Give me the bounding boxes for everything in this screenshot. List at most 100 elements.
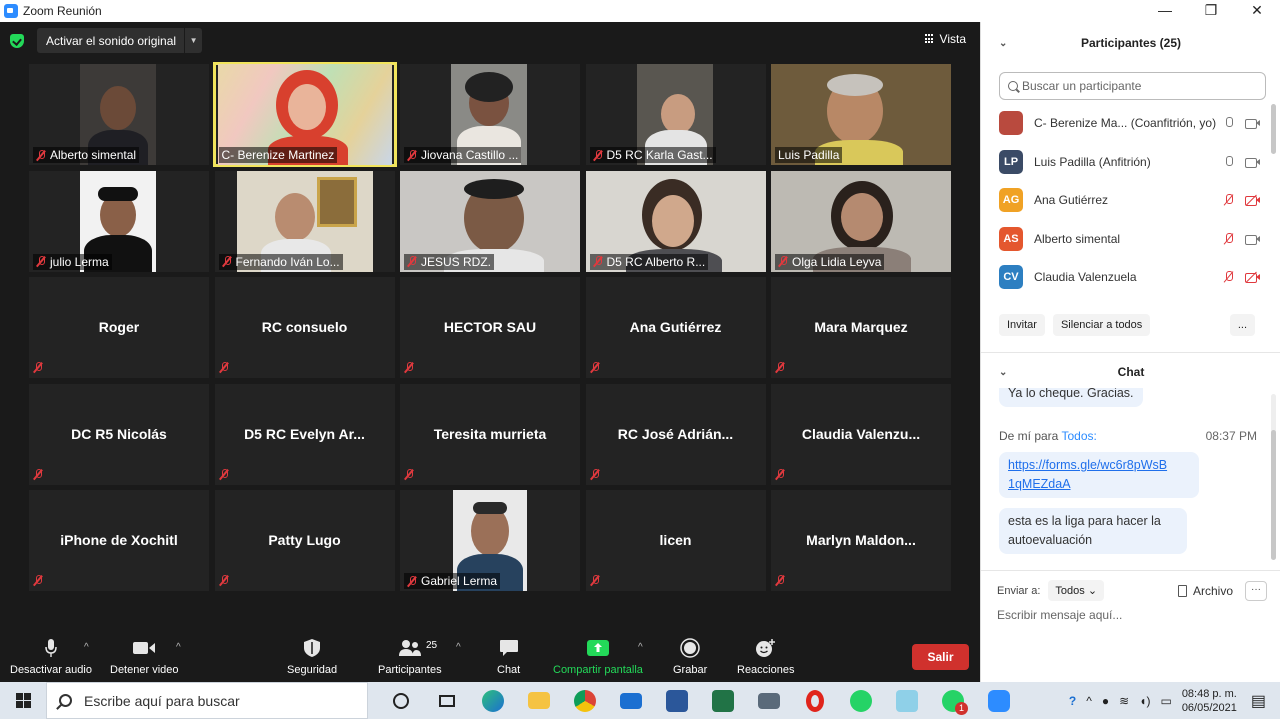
- chat-recipient[interactable]: Todos:: [1061, 429, 1096, 443]
- name-tile[interactable]: RC consuelo: [214, 277, 395, 378]
- microphone-muted-icon[interactable]: [1225, 194, 1233, 206]
- name-tile[interactable]: RC José Adrián...: [585, 383, 766, 485]
- name-tile[interactable]: Marlyn Maldon...: [771, 490, 951, 591]
- video-tile[interactable]: D5 RC Alberto R...: [585, 170, 766, 272]
- file-button[interactable]: Archivo: [1177, 584, 1233, 598]
- whatsapp-business-app[interactable]: 1: [930, 682, 976, 719]
- video-tile[interactable]: Jiovana Castillo ...: [400, 64, 580, 165]
- opera-app[interactable]: [792, 682, 838, 719]
- video-camera-icon[interactable]: [1245, 118, 1261, 130]
- security-shield-icon[interactable]: [10, 34, 24, 48]
- chat-message: esta es la liga para hacer la autoevalua…: [999, 508, 1187, 554]
- collapse-chevron-icon[interactable]: ⌄: [999, 38, 1007, 49]
- video-tile[interactable]: Fernando Iván Lo...: [214, 170, 395, 272]
- chat-message-input[interactable]: Escribir mensaje aquí...: [997, 608, 1122, 622]
- microphone-icon[interactable]: ●: [1102, 694, 1109, 708]
- participant-row[interactable]: CV Claudia Valenzuela: [999, 258, 1269, 297]
- participant-list-scrollbar[interactable]: [1271, 104, 1276, 154]
- close-button[interactable]: ✕: [1234, 0, 1280, 22]
- video-tile-active-speaker[interactable]: C- Berenize Martinez: [212, 62, 397, 167]
- stop-video-button[interactable]: Detener video: [110, 636, 179, 676]
- chrome-app[interactable]: [562, 682, 608, 719]
- video-off-icon[interactable]: [1245, 194, 1261, 207]
- name-tile[interactable]: Mara Marquez: [771, 277, 951, 378]
- video-tile[interactable]: Olga Lidia Leyva: [771, 170, 951, 272]
- battery-icon[interactable]: ▭: [1160, 694, 1171, 708]
- wifi-icon[interactable]: ≋: [1119, 694, 1129, 708]
- word-app[interactable]: [654, 682, 700, 719]
- name-tile[interactable]: HECTOR SAU: [400, 277, 580, 378]
- video-camera-icon[interactable]: [1245, 157, 1261, 168]
- whatsapp-app[interactable]: [838, 682, 884, 719]
- chat-link[interactable]: 1qMEZdaA: [1008, 477, 1071, 491]
- video-camera-icon[interactable]: [1245, 234, 1261, 245]
- reactions-button[interactable]: Reacciones: [737, 636, 794, 676]
- video-tile[interactable]: julio Lerma: [29, 170, 209, 272]
- video-tile[interactable]: Alberto simental: [29, 64, 209, 165]
- name-tile[interactable]: DC R5 Nicolás: [29, 383, 209, 485]
- task-view-button[interactable]: [424, 682, 470, 719]
- volume-icon[interactable]: ◖): [1139, 694, 1150, 708]
- file-explorer-app[interactable]: [516, 682, 562, 719]
- clock[interactable]: 08:48 p. m. 06/05/2021: [1182, 687, 1237, 715]
- mute-all-button[interactable]: Silenciar a todos: [1052, 314, 1151, 336]
- participant-row[interactable]: AS Alberto simental: [999, 220, 1269, 259]
- name-tile[interactable]: Patty Lugo: [214, 490, 395, 591]
- help-icon[interactable]: ?: [1069, 694, 1076, 708]
- video-tile[interactable]: JESUS RDZ.: [400, 170, 580, 272]
- cortana-button[interactable]: [378, 682, 424, 719]
- microphone-muted-icon[interactable]: [1225, 232, 1233, 245]
- record-button[interactable]: Grabar: [673, 636, 707, 676]
- mail-app[interactable]: [608, 682, 654, 719]
- share-options-chevron-icon[interactable]: ^: [638, 642, 643, 653]
- notifications-icon[interactable]: ▤: [1251, 691, 1266, 711]
- more-options-button[interactable]: ...: [1229, 314, 1255, 336]
- name-tile[interactable]: Teresita murrieta: [400, 383, 580, 485]
- name-tile[interactable]: licen: [585, 490, 766, 591]
- minimize-button[interactable]: —: [1142, 0, 1188, 22]
- participant-row[interactable]: C- Berenize Ma... (Coanfitrión, yo): [999, 104, 1269, 143]
- start-button[interactable]: [0, 682, 46, 719]
- maximize-button[interactable]: ❐: [1188, 0, 1234, 22]
- taskbar-search-input[interactable]: Escribe aquí para buscar: [46, 682, 368, 719]
- security-button[interactable]: Seguridad: [287, 636, 337, 676]
- video-tile[interactable]: Gabriel Lerma: [400, 490, 580, 591]
- participant-row[interactable]: LP Luis Padilla (Anfitrión): [999, 143, 1269, 182]
- mute-audio-button[interactable]: Desactivar audio: [10, 636, 92, 676]
- chat-link[interactable]: https://forms.gle/wc6r8pWsB: [1008, 458, 1167, 472]
- video-tile[interactable]: D5 RC Karla Gast...: [585, 64, 766, 165]
- audio-options-chevron-icon[interactable]: ^: [84, 642, 89, 653]
- microphone-icon[interactable]: [1225, 117, 1233, 129]
- invite-button[interactable]: Invitar: [999, 314, 1045, 336]
- chat-button[interactable]: Chat: [497, 636, 520, 676]
- edge-app[interactable]: [470, 682, 516, 719]
- video-tile[interactable]: Luis Padilla: [771, 64, 951, 165]
- camera-app[interactable]: [746, 682, 792, 719]
- leave-meeting-button[interactable]: Salir: [912, 644, 969, 670]
- video-options-chevron-icon[interactable]: ^: [176, 642, 181, 653]
- microphone-icon[interactable]: [1225, 155, 1233, 168]
- name-tile[interactable]: Ana Gutiérrez: [585, 277, 766, 378]
- share-screen-button[interactable]: Compartir pantalla: [553, 636, 643, 676]
- notes-app[interactable]: [884, 682, 930, 719]
- video-off-icon[interactable]: [1245, 271, 1261, 284]
- chevron-up-icon[interactable]: ^: [1086, 694, 1092, 708]
- chat-more-button[interactable]: ···: [1245, 581, 1267, 601]
- chat-scrollbar[interactable]: [1271, 394, 1276, 560]
- name-tile[interactable]: Claudia Valenzu...: [771, 383, 951, 485]
- participant-search-input[interactable]: Buscar un participante: [999, 72, 1266, 100]
- view-button[interactable]: Vista: [924, 32, 966, 46]
- name-tile[interactable]: iPhone de Xochitl: [29, 490, 209, 591]
- collapse-chevron-icon[interactable]: ⌄: [999, 367, 1007, 378]
- excel-app[interactable]: [700, 682, 746, 719]
- microphone-muted-icon[interactable]: [1225, 271, 1233, 283]
- original-sound-button[interactable]: Activar el sonido original ▼: [37, 28, 203, 53]
- chevron-down-icon[interactable]: ▼: [184, 28, 202, 53]
- name-tile[interactable]: Roger: [29, 277, 209, 378]
- participants-options-chevron-icon[interactable]: ^: [456, 642, 461, 653]
- participant-row[interactable]: AG Ana Gutiérrez: [999, 181, 1269, 220]
- send-to-select[interactable]: Todos ⌄: [1048, 580, 1105, 601]
- zoom-app[interactable]: [976, 682, 1022, 719]
- participant-name-tag: Olga Lidia Leyva: [775, 253, 885, 270]
- name-tile[interactable]: D5 RC Evelyn Ar...: [214, 383, 395, 485]
